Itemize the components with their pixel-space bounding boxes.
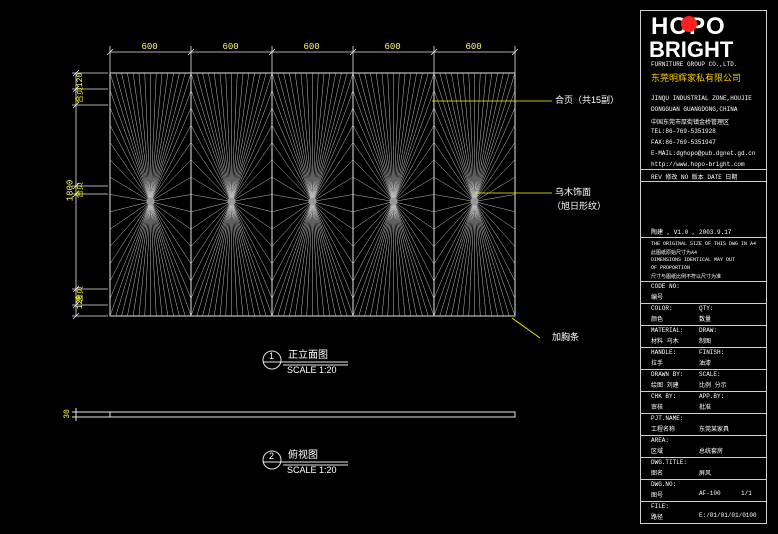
field-label-en: HANDLE: <box>651 349 677 356</box>
field-label-en: CODE NO: <box>651 283 680 290</box>
dim-panel-width-2: 600 <box>222 42 239 52</box>
panel-4 <box>352 72 435 317</box>
revision-row: 陶建 , V1.0 , 2003.9.17 <box>651 229 732 236</box>
field-value-2: 制图 <box>699 338 712 345</box>
telephone: TEL:86-769-5351928 <box>651 128 716 135</box>
dim-panel-width-1: 600 <box>141 42 158 52</box>
title-block: HOPO BRIGHT FURNITURE GROUP CO.,LTD. 东莞明… <box>640 10 767 524</box>
field-value-2: 油漆 <box>699 360 712 367</box>
dim-panel-width-5: 600 <box>465 42 482 52</box>
view-2-scale: SCALE 1:20 <box>287 465 337 475</box>
callout-veneer: 乌木饰面 <box>555 187 592 197</box>
logo-o-mark <box>681 16 697 32</box>
field-label-en: DWG.TITLE: <box>651 459 688 466</box>
elevation-panels <box>109 72 516 317</box>
address-en-2: DONGGUAN GUANGDONG,CHINA <box>651 106 738 113</box>
field-label-en: FILE: <box>651 503 670 510</box>
field-value-2: 1/1 <box>741 490 752 497</box>
dim-total-height: 1800 <box>65 179 76 202</box>
logo-bottom: BRIGHT <box>649 37 734 62</box>
field-label-cn: 编号 <box>651 294 664 301</box>
dim-panel-width-3: 600 <box>303 42 320 52</box>
top-view-strip <box>72 408 516 421</box>
revision-header: REV 修改 NO 版本 DATE 日期 <box>651 174 738 181</box>
field-value-1: SCALE: <box>699 371 721 378</box>
sunburst-pattern <box>352 72 435 317</box>
field-value-1: FINISH: <box>699 349 725 356</box>
sunburst-pattern <box>190 72 273 317</box>
address-cn: 中国东莞市厚街镇金桥管理区 <box>651 119 730 126</box>
hinge-label-middle: 合页 <box>75 182 84 198</box>
field-label-cn: 审核 <box>651 404 664 411</box>
field-label-en: AREA: <box>651 437 670 444</box>
dim-top-margin: 120 <box>76 72 86 88</box>
dim-top-view-thickness: 30 <box>62 409 72 419</box>
field-value-2: 数量 <box>699 316 712 323</box>
field-label-cn: 图号 <box>651 492 664 499</box>
note-2: 此图纸原始尺寸为A4 <box>651 250 698 256</box>
callout-edge-strip: 加胸条 <box>552 332 580 342</box>
view-1-title: 正立面图 <box>288 350 328 361</box>
panel-1 <box>109 72 192 317</box>
address-en-1: JINQU INDUSTRIAL ZONE,HOUJIE <box>651 95 752 102</box>
company-en: FURNITURE GROUP CO.,LTD. <box>651 61 738 68</box>
panel-3 <box>271 72 354 317</box>
field-value-1: E:/01/01/01/0100 <box>699 512 757 519</box>
email: E-MAIL:dghopo@pub.dgnet.gd.cn <box>651 150 756 157</box>
sunburst-pattern <box>271 72 354 317</box>
field-label-cn: 图名 <box>651 470 664 477</box>
note-5: 尺寸与图纸比例不符以尺寸为准 <box>651 274 722 280</box>
view-2-number: 2 <box>269 451 275 461</box>
callout-veneer-pattern: （旭日形纹） <box>552 201 607 211</box>
hinge-label-top: 合页 <box>75 87 84 103</box>
panel-2 <box>190 72 273 317</box>
field-value-1: 屏风 <box>699 470 712 477</box>
field-value-1: APP.BY: <box>699 393 725 400</box>
field-label-en: CHK BY: <box>651 393 677 400</box>
hinge-label-bottom: 合页 <box>75 286 84 302</box>
field-value-1: 东莞某家具 <box>699 426 730 433</box>
view-1-number: 1 <box>269 351 275 361</box>
panel-5 <box>433 72 516 317</box>
fax: FAX:86-769-5351947 <box>651 139 716 146</box>
note-1: THE ORIGINAL SIZE OF THIS DWG IN A4 <box>651 241 757 247</box>
view-2-title: 俯视图 <box>288 450 318 461</box>
field-label-en: DRAWN BY: <box>651 371 684 378</box>
field-value-1: DRAW: <box>699 327 718 334</box>
field-label-cn: 颜色 <box>651 316 664 323</box>
field-label-en: MATERIAL: <box>651 327 684 334</box>
company-cn: 东莞明辉家私有限公司 <box>651 74 742 84</box>
field-label-cn: 路径 <box>651 514 664 521</box>
view-1-scale: SCALE 1:20 <box>287 365 337 375</box>
website: http://www.hopo-bright.com <box>651 161 745 168</box>
sunburst-pattern <box>109 72 192 317</box>
field-value-2: 比例 分示 <box>699 382 727 389</box>
field-label-en: PJT.NAME: <box>651 415 684 422</box>
field-value-2: 批准 <box>699 404 712 411</box>
note-4: OF PROPORTION <box>651 265 691 271</box>
field-label-cn: 区域 <box>651 448 664 455</box>
dim-panel-width-4: 600 <box>384 42 401 52</box>
field-label-en: DWG.NO: <box>651 481 677 488</box>
field-label-cn: 拉手 <box>651 360 664 367</box>
field-label-cn: 工程名称 <box>651 426 676 433</box>
note-3: DIMENSIONS IDENTICAL MAY OUT <box>651 257 736 263</box>
callout-hinge: 合页（共15副） <box>555 95 620 105</box>
sunburst-pattern <box>433 72 516 317</box>
field-label-cn: 材料 乌木 <box>651 338 679 345</box>
field-value-1: QTY: <box>699 305 714 312</box>
field-value-1: 总统套房 <box>699 448 724 455</box>
field-label-cn: 绘图 刘建 <box>651 382 679 389</box>
field-label-en: COLOR: <box>651 305 673 312</box>
field-value-1: AF-100 <box>699 490 721 497</box>
